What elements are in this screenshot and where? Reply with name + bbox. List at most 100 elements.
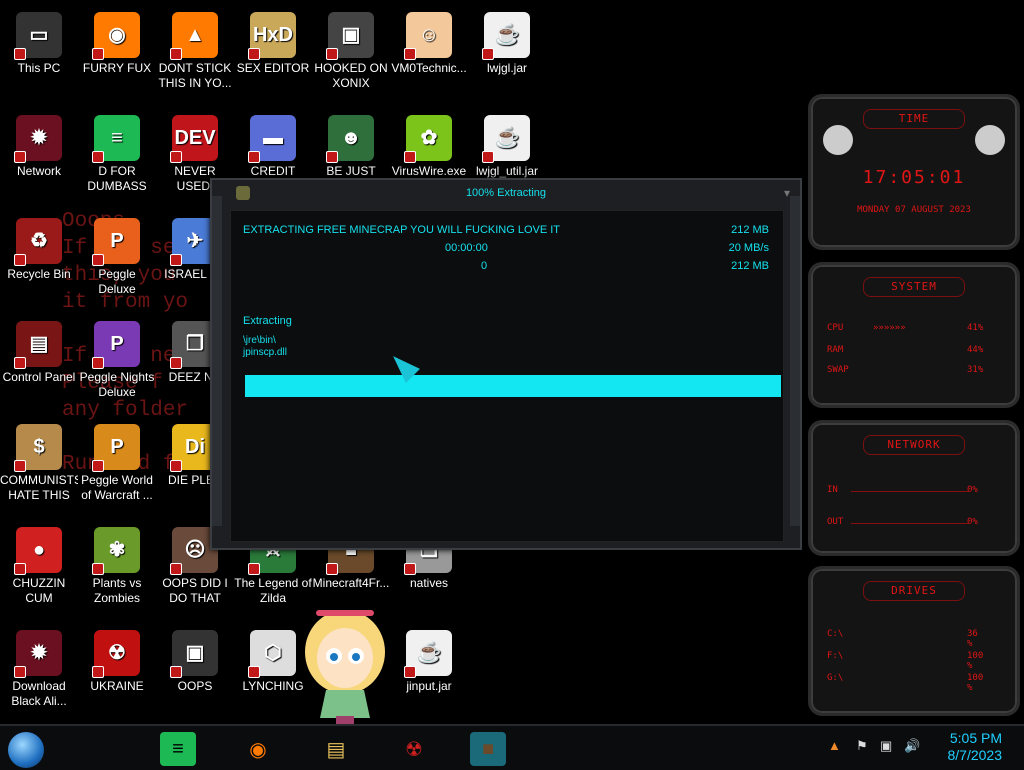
app-icon: ☕: [482, 12, 530, 60]
net-in-graph: [851, 491, 971, 492]
desktop-icon[interactable]: ✹ Network: [0, 109, 78, 179]
network-icon[interactable]: ▣: [880, 738, 892, 754]
total-size: 212 MB: [731, 224, 769, 236]
drives-gadget: DRIVES C:\ 36 % F:\ 100 % G:\ 100 %: [808, 566, 1020, 716]
drive-row: F:\ 100 %: [827, 651, 983, 671]
desktop-icon[interactable]: ✾ Plants vs Zombies: [78, 521, 156, 606]
current-file: jpinscp.dll: [243, 347, 287, 358]
row-label: OUT: [827, 517, 844, 527]
app-icon: ✿: [404, 115, 452, 163]
alien-icon: [823, 125, 853, 155]
app-icon: ▬: [248, 115, 296, 163]
dialog-title: 100% Extracting: [465, 187, 547, 199]
row-value: 0%: [967, 485, 978, 495]
app-icon: $: [14, 424, 62, 472]
desktop-icon[interactable]: ▣ OOPS: [156, 624, 234, 694]
radiation-taskbar-icon[interactable]: ☢: [396, 732, 432, 766]
row-label: SWAP: [827, 365, 849, 375]
app-icon: HxD: [248, 12, 296, 60]
row-value: 41%: [967, 323, 984, 333]
gadget-clock: 17:05:01: [862, 167, 966, 188]
desktop-icon[interactable]: ▲ DONT STICK THIS IN YO...: [156, 6, 234, 91]
app-icon: P: [92, 321, 140, 369]
desktop-icon-label: jinput.jar: [406, 679, 452, 693]
desktop-icon-label: HOOKED ON XONIX: [314, 61, 388, 90]
dialog-frame-right: [790, 196, 800, 526]
desktop-icon-label: COMMUNISTS HATE THIS G...: [0, 473, 78, 502]
spotify-taskbar-icon[interactable]: ≡: [160, 732, 196, 766]
desktop-icon[interactable]: ◉ FURRY FUX: [78, 6, 156, 76]
desktop-icon[interactable]: ☢ UKRAINE: [78, 624, 156, 694]
desktop-icon-label: DONT STICK THIS IN YO...: [158, 61, 232, 90]
drive-row: G:\ 100 %: [827, 673, 983, 693]
desktop-icon[interactable]: ☕ lwjgl.jar: [468, 6, 546, 76]
row-value: 36 %: [967, 629, 978, 649]
app-icon: ☢: [92, 630, 140, 678]
desktop-icon[interactable]: P Peggle Deluxe: [78, 212, 156, 297]
flag-icon[interactable]: ⚑: [856, 738, 868, 754]
desktop-icon-label: Plants vs Zombies: [92, 576, 142, 605]
row-value: 100 %: [967, 673, 984, 693]
desktop-icon[interactable]: ☕ lwjgl_util.jar: [468, 109, 546, 179]
desktop-icon-label: OOPS: [177, 679, 213, 693]
desktop-icon[interactable]: ● CHUZZIN CUM: [0, 521, 78, 606]
app-icon: P: [92, 424, 140, 472]
taskbar-clock[interactable]: 5:05 PM 8/7/2023: [948, 730, 1003, 764]
app-icon: ▣: [170, 630, 218, 678]
desktop-icon-label: D FOR DUMBASS: [87, 164, 147, 193]
app-icon: ✾: [92, 527, 140, 575]
tray-app-icon[interactable]: ▲: [828, 738, 841, 753]
network-gadget: NETWORK IN 0% OUT 0%: [808, 420, 1020, 556]
desktop-icon[interactable]: $COMMUNISTS HATE THIS G...: [0, 418, 78, 503]
app-icon: ●: [14, 527, 62, 575]
desktop-icon[interactable]: P Peggle World of Warcraft ...: [78, 418, 156, 503]
desktop-icon-label: Download Black Ali...: [11, 679, 67, 708]
taskbar: ≡ ◉ ▤ ☢ ■ ▲ ⚑ ▣ 🔊 5:05 PM 8/7/2023: [0, 724, 1024, 770]
row-label: IN: [827, 485, 838, 495]
row-label: CPU: [827, 323, 844, 333]
alien-icon: [975, 125, 1005, 155]
desktop-icon[interactable]: ☕ jinput.jar: [390, 624, 468, 694]
row-label: C:\: [827, 629, 844, 639]
row-value: 0%: [967, 517, 978, 527]
desktop-icon-label: VirusWire.exe: [391, 164, 467, 178]
folder-taskbar-icon[interactable]: ▤: [318, 732, 354, 766]
current-path: \jre\bin\: [243, 335, 276, 346]
desktop-icon[interactable]: ♻ Recycle Bin: [0, 212, 78, 282]
desktop-icon[interactable]: ≡ D FOR DUMBASS: [78, 109, 156, 194]
desktop-icon-label: FURRY FUX: [82, 61, 152, 75]
start-button[interactable]: [8, 732, 44, 768]
processed: 0: [481, 260, 488, 272]
app-icon: P: [92, 218, 140, 266]
desktop-icon-label: lwjgl.jar: [486, 61, 527, 75]
desktop-icon[interactable]: ✹ Download Black Ali...: [0, 624, 78, 709]
desktop-icon-label: natives: [409, 576, 449, 590]
gadget-title: TIME: [863, 109, 965, 129]
close-icon[interactable]: ▾: [784, 186, 790, 200]
cpu-row: CPU»»»»»» 41%: [827, 323, 984, 333]
volume-icon[interactable]: 🔊: [904, 738, 920, 754]
gadget-date: MONDAY 07 AUGUST 2023: [857, 205, 971, 215]
desktop-icon[interactable]: ▣ HOOKED ON XONIX: [312, 6, 390, 91]
desktop-icon-label: SEX EDITOR: [236, 61, 310, 75]
desktop-icon[interactable]: HxD SEX EDITOR: [234, 6, 312, 76]
speed: 20 MB/s: [728, 242, 769, 254]
desktop-icon-label: Minecraft4Fr...: [312, 576, 390, 590]
row-value: 44%: [967, 345, 984, 355]
gadget-title: SYSTEM: [863, 277, 965, 297]
minecraft-taskbar-icon[interactable]: ■: [470, 732, 506, 766]
desktop-icon-label: Network: [16, 164, 61, 178]
status-label: Extracting: [243, 315, 292, 327]
desktop-icon[interactable]: ▤ Control Panel: [0, 315, 78, 385]
desktop-icon[interactable]: ☺ VM0Technic...: [390, 6, 468, 76]
gadget-title: NETWORK: [863, 435, 965, 455]
desktop-icon[interactable]: P Peggle Nights Deluxe: [78, 315, 156, 400]
desktop-icon[interactable]: ✿ VirusWire.exe: [390, 109, 468, 179]
desktop-icon[interactable]: ▭ This PC: [0, 6, 78, 76]
desktop-icon-label: This PC: [17, 61, 61, 75]
app-icon: ✹: [14, 630, 62, 678]
clock-date: 8/7/2023: [947, 747, 1003, 763]
extract-dialog[interactable]: 100% Extracting ▾ EXTRACTING FREE MINECR…: [210, 178, 802, 550]
firefox-taskbar-icon[interactable]: ◉: [240, 732, 276, 766]
app-icon: ◉: [92, 12, 140, 60]
